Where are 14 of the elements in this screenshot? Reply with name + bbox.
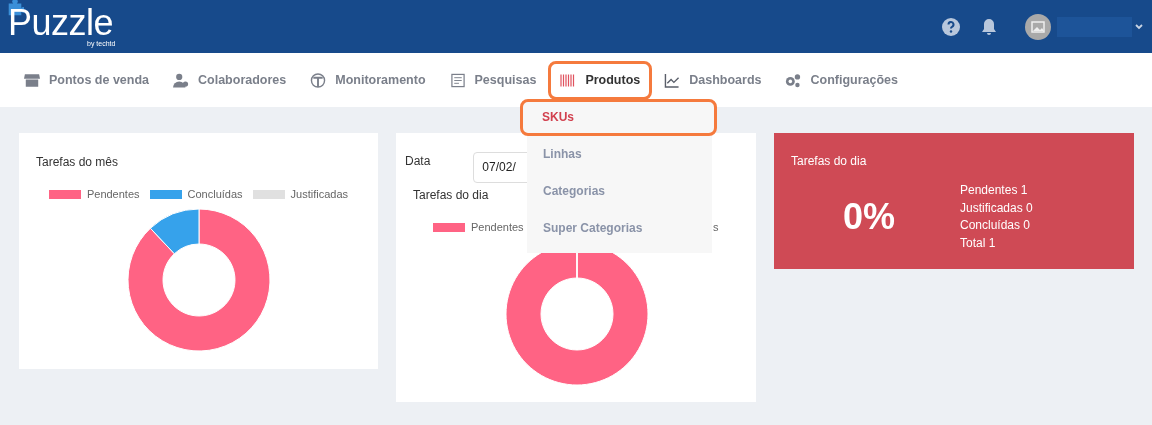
legend-label: Concluídas (187, 188, 243, 200)
legend-label: Pendentes (86, 188, 140, 200)
stat-line: Justificadas 0 (960, 199, 1033, 217)
card-title: Tarefas do dia (790, 153, 868, 168)
legend-label: s (713, 221, 719, 233)
stat-line: Pendentes 1 (960, 182, 1029, 199)
date-label: Data (405, 154, 431, 168)
legend-label: Justificadas (290, 188, 349, 200)
card-title: Tarefas do mês (35, 154, 120, 169)
percentage: 0% (841, 196, 895, 238)
legend-label: Pendentes (471, 221, 524, 233)
stat-line: Total 1 (960, 234, 997, 252)
card-title: Tarefas do dia (413, 188, 489, 202)
stat-line: Concluídas 0 (960, 217, 1032, 234)
